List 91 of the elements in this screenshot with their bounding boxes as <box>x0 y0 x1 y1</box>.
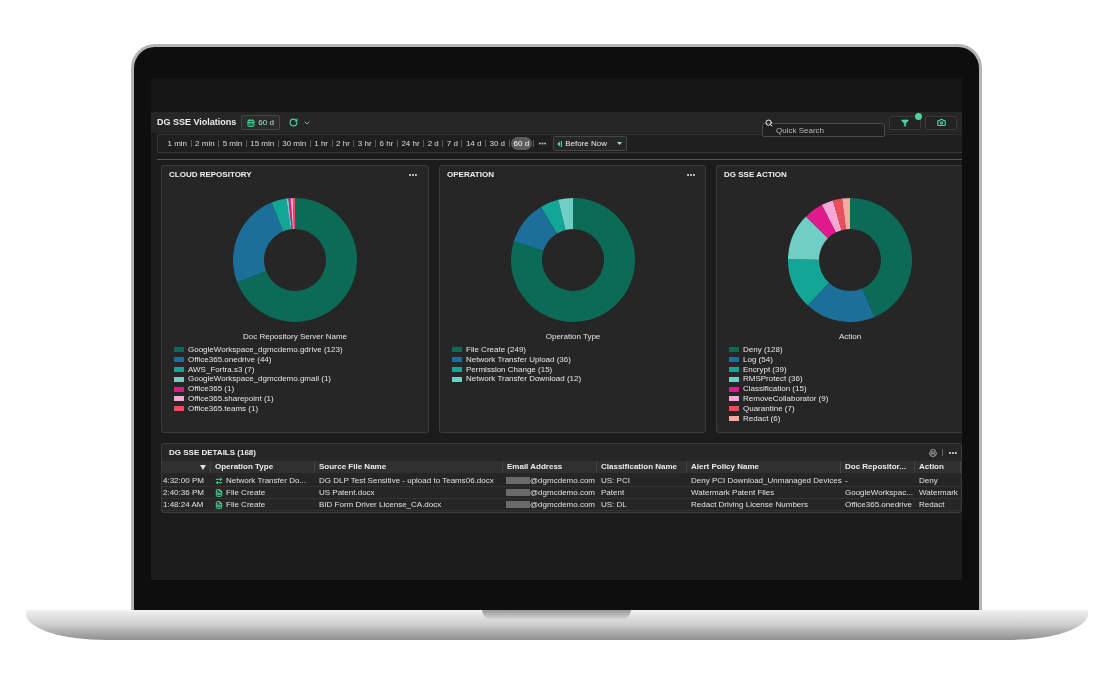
table-cell-text: BID Form Driver License_CA.docx <box>318 499 442 510</box>
panel-title: CLOUD REPOSITORY <box>169 170 252 180</box>
printer-icon[interactable] <box>929 448 937 457</box>
range-button[interactable]: 60 d <box>241 115 280 130</box>
legend-label[interactable]: Classification (15) <box>743 384 807 394</box>
legend-label[interactable]: AWS_Fortra.s3 (7) <box>188 364 255 375</box>
table-cell: 4:32:00 PM <box>162 475 204 486</box>
document-icon <box>215 500 223 509</box>
time-range-option[interactable]: 2 hr <box>332 137 354 150</box>
refresh-icon[interactable] <box>288 118 298 127</box>
time-range-option[interactable]: 3 hr <box>354 137 376 150</box>
filter-icon <box>901 118 909 127</box>
table-cell: @dgmcdemo.com <box>530 499 596 510</box>
column-header[interactable]: Email Address <box>503 462 563 472</box>
ellipsis-icon[interactable] <box>538 139 548 148</box>
legend-label[interactable]: Quarantine (7) <box>743 403 795 414</box>
time-range-option[interactable]: 5 min <box>219 137 246 150</box>
camera-button[interactable] <box>925 115 957 130</box>
time-range-option[interactable]: 7 d <box>443 137 462 150</box>
legend-label[interactable]: GoogleWorkspace_dgmcdemo.gmail (1) <box>188 374 332 385</box>
legend-label[interactable]: Deny (128) <box>743 345 783 355</box>
legend-label[interactable]: Office365.teams (1) <box>188 403 259 414</box>
time-range-option[interactable]: 1 min <box>164 137 191 150</box>
page-title: DG SSE Violations <box>157 115 237 129</box>
legend-label[interactable]: Office365.onedrive (44) <box>188 354 272 365</box>
legend-label[interactable]: Network Transfer Download (12) <box>466 374 582 385</box>
table-cell: File Create <box>226 487 266 498</box>
legend-label[interactable]: File Create (249) <box>466 345 527 355</box>
transfer-arrows-icon <box>215 476 223 485</box>
table-cell-text: US: DL <box>600 499 627 510</box>
table-cell: 1:48:24 AM <box>162 499 204 510</box>
legend-label[interactable]: GoogleWorkspace_dgmcdemo.gdrive (123) <box>188 345 343 355</box>
time-range-option[interactable]: 24 hr <box>397 137 424 150</box>
column-header[interactable]: Source File Name <box>315 462 387 472</box>
search-icon <box>765 118 773 127</box>
table-cell-text: Watermark <box>918 487 958 498</box>
time-range-option[interactable]: 30 min <box>278 137 310 150</box>
chart-axis-label: Operation Type <box>545 332 601 342</box>
table-cell-text: - <box>844 475 848 486</box>
legend-label[interactable]: Redact (6) <box>743 413 781 424</box>
search-field[interactable]: Quick Search <box>762 123 885 137</box>
legend-label[interactable]: Office365 (1) <box>188 384 235 394</box>
left-arrow-bar-icon <box>557 140 563 147</box>
legend-label[interactable]: Permission Change (15) <box>466 364 553 375</box>
table-cell-text: Deny <box>918 475 938 486</box>
time-range-option[interactable]: 1 hr <box>310 137 332 150</box>
table-cell: File Create <box>226 499 266 510</box>
table-cell-text: US Patent.docx <box>318 487 375 498</box>
table-cell-text: Deny PCI Download_Unmanaged Devices <box>690 475 842 486</box>
column-header[interactable]: Action <box>915 462 944 472</box>
column-header[interactable]: Alert Policy Name <box>687 462 760 472</box>
table-cell-text: GoogleWorkspac... <box>844 487 913 498</box>
panel-title: OPERATION <box>447 170 494 180</box>
filter-button[interactable] <box>889 115 921 130</box>
panel-title: DG SSE ACTION <box>724 170 787 180</box>
chart-axis-label: Action <box>838 332 862 342</box>
anchor-dropdown[interactable]: Before Now <box>553 136 628 151</box>
time-range-option[interactable]: 15 min <box>246 137 278 150</box>
table-cell-text: Redact Driving License Numbers <box>690 499 808 510</box>
legend-label[interactable]: Encrypt (39) <box>743 364 787 375</box>
time-range-option[interactable]: 2 d <box>424 137 443 150</box>
table-cell-text: Redact <box>918 499 945 510</box>
legend-label[interactable]: Network Transfer Upload (36) <box>466 354 571 365</box>
table-cell-text: Office365.onedrive <box>844 499 912 510</box>
time-range-option[interactable]: 14 d <box>462 137 485 150</box>
column-header[interactable]: Classification Name <box>597 462 678 472</box>
legend-label[interactable]: RemoveCollaborator (9) <box>743 394 829 404</box>
table-cell-text: Watermark Patent Files <box>690 487 775 498</box>
chart-axis-label: Doc Repository Server Name <box>242 332 347 342</box>
time-range-option[interactable]: 30 d <box>485 137 509 150</box>
sort-caret-icon[interactable] <box>200 464 206 470</box>
table-cell-text: US: PCI <box>600 475 630 486</box>
calendar-icon <box>247 118 256 127</box>
time-range-option[interactable]: 2 min <box>191 137 219 150</box>
time-range-option[interactable]: 6 hr <box>376 137 397 150</box>
table-cell: Network Transfer Do... <box>226 475 307 486</box>
document-icon <box>215 488 223 497</box>
table-cell: @dgmcdemo.com <box>530 487 596 498</box>
panel-title: DG SSE DETAILS (168) <box>169 447 256 458</box>
table-cell: @dgmcdemo.com <box>530 475 596 486</box>
column-header[interactable]: Operation Type <box>211 462 274 472</box>
column-header[interactable]: Doc Repositor... <box>841 462 906 472</box>
table-cell-text: Patent <box>600 487 625 498</box>
time-range-option[interactable]: 60 d <box>510 137 533 150</box>
legend-label[interactable]: RMSProtect (36) <box>743 374 803 385</box>
table-cell: 2:40:36 PM <box>162 487 204 498</box>
camera-icon <box>936 118 946 127</box>
table-cell-text: DG DLP Test Sensitive - upload to Teams06.docx <box>318 475 494 486</box>
caret-down-icon <box>617 142 623 145</box>
legend-label[interactable]: Log (54) <box>743 354 773 365</box>
legend-label[interactable]: Office365.sharepoint (1) <box>188 394 274 404</box>
